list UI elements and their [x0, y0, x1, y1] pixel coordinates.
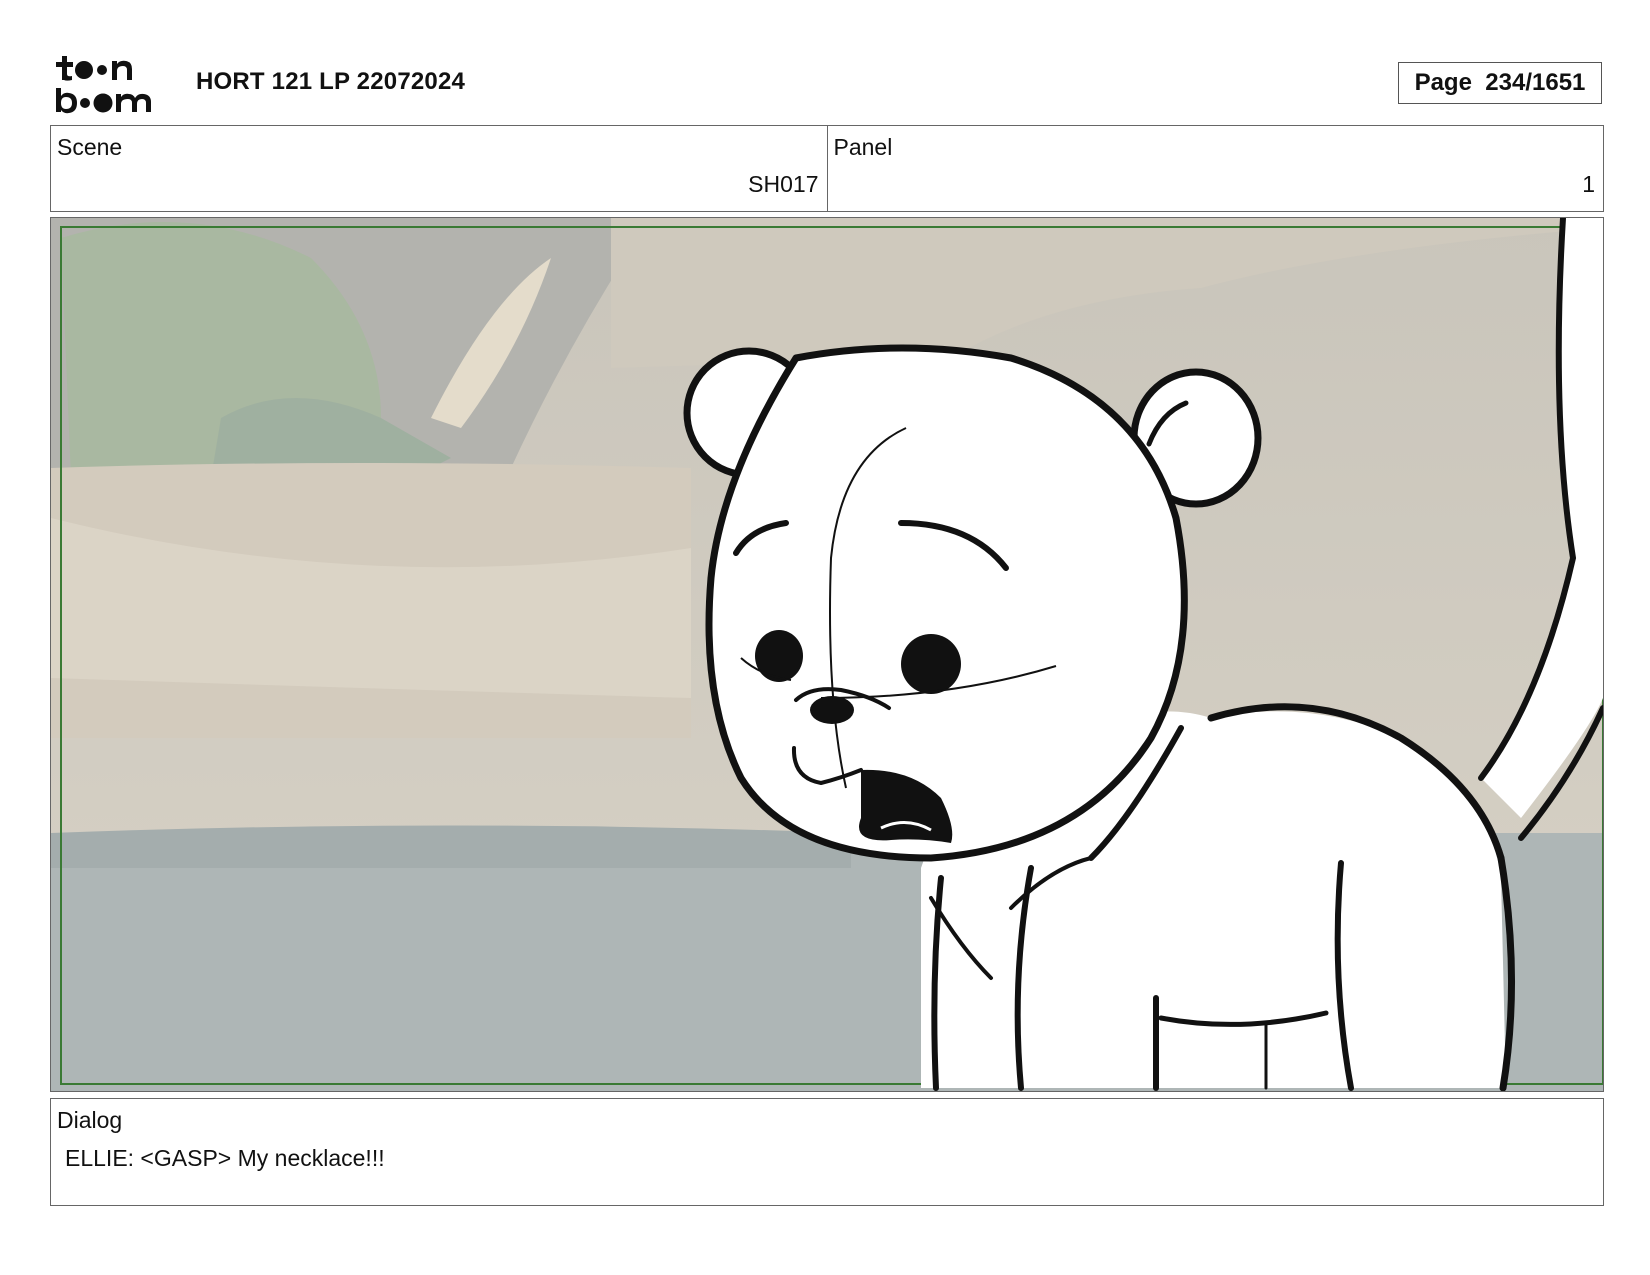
panel-cell: Panel 1	[826, 126, 1604, 211]
toon-boom-logo	[56, 56, 151, 114]
storyboard-drawing	[51, 218, 1603, 1091]
page-label: Page	[1414, 69, 1472, 96]
panel-value: 1	[1582, 171, 1595, 197]
scene-value: SH017	[748, 171, 819, 197]
scene-cell: Scene SH017	[51, 126, 827, 211]
dialog-label: Dialog	[57, 1107, 123, 1133]
ground-edge	[51, 825, 851, 868]
panel-label: Panel	[833, 134, 893, 160]
page-number: 234/1651	[1485, 69, 1586, 96]
page-indicator: Page 234/1651	[1398, 62, 1602, 104]
storyboard-panel-frame	[50, 217, 1604, 1092]
dialog-box: Dialog ELLIE: <GASP> My necklace!!!	[50, 1098, 1604, 1206]
scene-label: Scene	[57, 134, 123, 160]
scene-panel-row: Scene SH017 Panel 1	[50, 125, 1604, 212]
dialog-text: ELLIE: <GASP> My necklace!!!	[65, 1145, 385, 1171]
project-title: HORT 121 LP 22072024	[196, 68, 466, 95]
